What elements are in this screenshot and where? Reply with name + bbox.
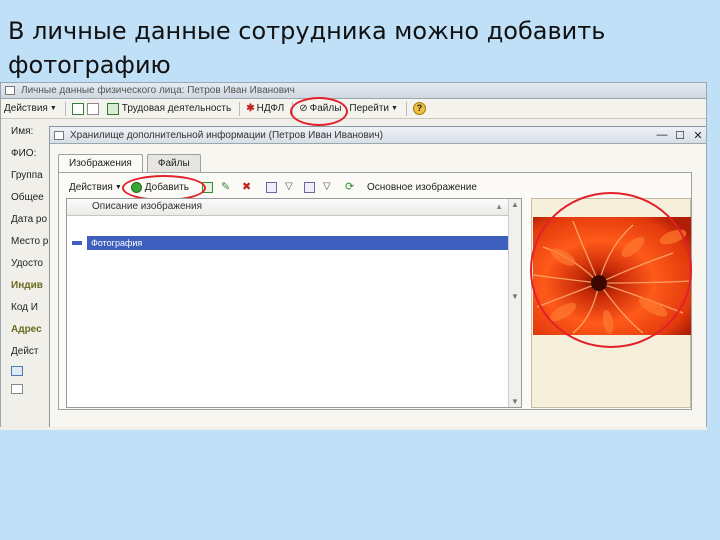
- goto-menu-button[interactable]: Перейти ▼: [349, 103, 398, 114]
- toolbar-separator: [405, 101, 407, 116]
- delete-icon[interactable]: ✖: [242, 182, 253, 193]
- save-icon[interactable]: [71, 102, 84, 115]
- field-label: ФИО:: [11, 148, 37, 159]
- work-activity-label: Трудовая деятельность: [121, 103, 232, 114]
- images-panel: Действия ▼ Добавить ✎ ✖ ▽ ▽ ⟳ Основное и…: [58, 172, 692, 410]
- section-label: Индив: [11, 280, 43, 291]
- screenshot-window: Личные данные физического лица: Петров И…: [0, 82, 707, 428]
- table-header[interactable]: Описание изображения ▲: [67, 199, 521, 216]
- screenshot-bottom-edge: [0, 427, 707, 430]
- chevron-down-icon: ▼: [49, 105, 57, 112]
- images-table: Описание изображения ▲ Фотография ▲ ▼ ▼: [66, 198, 522, 408]
- field-label: Удосто: [11, 258, 43, 269]
- actions-label: Действия: [69, 182, 113, 193]
- list-row-icon: [1, 381, 51, 399]
- goto-label: Перейти: [349, 103, 390, 114]
- actions-label[interactable]: Дейст: [1, 341, 51, 363]
- maximize-button[interactable]: ☐: [671, 129, 689, 142]
- main-window-title: Личные данные физического лица: Петров И…: [21, 85, 295, 96]
- window-icon: [54, 130, 64, 140]
- slide-title: В личные данные сотрудника можно добавит…: [8, 17, 606, 79]
- toolbar-separator: [64, 101, 66, 116]
- row-marker-icon: [72, 241, 82, 245]
- scroll-up-icon[interactable]: ▲: [511, 200, 519, 209]
- filter-icon[interactable]: [265, 182, 277, 193]
- image-preview: [530, 192, 692, 408]
- scroll-down-icon[interactable]: ▼: [511, 397, 519, 406]
- tab-files[interactable]: Файлы: [146, 154, 201, 172]
- filter-value-icon[interactable]: ▽: [285, 182, 296, 193]
- actions-menu-button[interactable]: Действия ▼: [4, 103, 57, 114]
- table-scrollbar[interactable]: ▲ ▼ ▼: [508, 199, 521, 407]
- list-row-icon: [1, 363, 51, 381]
- side-field-labels: Имя: ФИО: Группа Общее Дата ро Место р У…: [1, 121, 51, 399]
- refresh-icon[interactable]: ⟳: [345, 182, 356, 193]
- briefcase-icon: [106, 102, 119, 115]
- main-toolbar: Действия ▼ Трудовая деятельность ✱ НДФЛ …: [1, 97, 706, 126]
- ndfl-button[interactable]: ✱ НДФЛ: [246, 103, 284, 114]
- clear-filter-icon[interactable]: ▽: [323, 182, 334, 193]
- dialog-title: Хранилище дополнительной информации (Пет…: [70, 129, 383, 141]
- field-label[interactable]: Общее: [1, 187, 51, 209]
- chevron-down-icon: ▼: [114, 184, 122, 191]
- dialog-tabs: Изображения Файлы: [58, 154, 205, 173]
- minimize-button[interactable]: —: [653, 129, 671, 142]
- ndfl-label: НДФЛ: [256, 103, 285, 114]
- main-image-button[interactable]: Основное изображение: [367, 182, 477, 193]
- help-icon[interactable]: ?: [412, 102, 426, 115]
- window-icon: [5, 86, 15, 95]
- close-button[interactable]: ✕: [689, 129, 706, 142]
- work-activity-button[interactable]: Трудовая деятельность: [106, 102, 232, 115]
- field-label: Место р: [11, 236, 49, 247]
- add-button[interactable]: Добавить: [121, 175, 206, 201]
- chevron-down-icon: ▼: [391, 105, 398, 112]
- field-label: Имя:: [11, 126, 34, 137]
- storage-dialog: Хранилище дополнительной информации (Пет…: [49, 126, 706, 427]
- actions-menu-label: Действия: [4, 103, 48, 114]
- dialog-titlebar: Хранилище дополнительной информации (Пет…: [50, 127, 706, 144]
- edit-icon[interactable]: ✎: [221, 182, 232, 193]
- main-image-label: Основное изображение: [366, 182, 477, 193]
- actions-menu-button[interactable]: Действия ▼: [69, 182, 122, 193]
- tax-icon: ✱: [246, 103, 255, 114]
- section-label: Адрес: [11, 324, 42, 335]
- scroll-mid-icon: ▼: [511, 292, 519, 301]
- table-row[interactable]: Фотография: [87, 236, 508, 250]
- toolbar-separator: [239, 101, 241, 116]
- field-label: Код И: [11, 302, 38, 313]
- highlight-ring: [290, 97, 349, 126]
- sort-arrow-icon: ▲: [495, 202, 503, 211]
- field-label: Дата ро: [11, 214, 48, 225]
- images-toolbar: Действия ▼ Добавить ✎ ✖ ▽ ▽ ⟳ Основное и…: [69, 175, 486, 201]
- window-controls: — ☐ ✕: [653, 129, 706, 142]
- field-label: Группа: [11, 170, 43, 181]
- sort-icon[interactable]: [303, 182, 315, 193]
- files-button[interactable]: ⊘ Файлы: [290, 97, 349, 126]
- main-window-titlebar: Личные данные физического лица: Петров И…: [1, 83, 706, 99]
- copy-icon[interactable]: [86, 102, 99, 115]
- column-header: Описание изображения: [92, 201, 203, 212]
- tab-images[interactable]: Изображения: [58, 154, 143, 173]
- highlight-ring: [530, 192, 692, 348]
